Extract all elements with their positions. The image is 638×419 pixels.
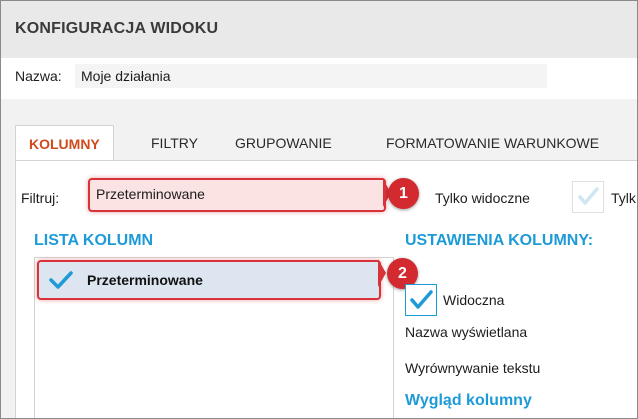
filter-input[interactable]: Przeterminowane (88, 178, 386, 212)
filter-label: Filtruj: (21, 190, 60, 206)
name-input-value: Moje działania (81, 68, 171, 84)
visible-checkbox[interactable] (405, 284, 437, 316)
columns-panel: Filtruj: Przeterminowane 1 Tylko widoczn… (15, 161, 637, 418)
callout-marker-1: 1 (388, 178, 419, 209)
only-visible-label: Tylko widoczne (435, 190, 530, 206)
dialog-title: KONFIGURACJA WIDOKU (15, 20, 219, 37)
visible-checkbox-label: Widoczna (443, 292, 505, 308)
second-checkbox-label: Tylk (611, 190, 636, 206)
name-label: Nazwa: (15, 68, 62, 84)
checkmark-icon[interactable] (49, 270, 73, 290)
tab-filters[interactable]: FILTRY (151, 125, 198, 161)
configuration-body: KOLUMNY FILTRY GRUPOWANIE FORMATOWANIE W… (1, 99, 637, 418)
display-name-label: Nazwa wyświetlana (405, 324, 528, 340)
callout-pointer-2 (378, 259, 386, 287)
checkmark-icon (410, 290, 433, 309)
column-list: Przeterminowane (34, 257, 394, 418)
list-item[interactable]: Przeterminowane (37, 260, 381, 300)
tab-grouping[interactable]: GRUPOWANIE (235, 125, 332, 161)
second-checkbox[interactable] (572, 181, 604, 213)
column-appearance-heading: Wygląd kolumny (405, 392, 532, 409)
filter-input-value: Przeterminowane (96, 186, 205, 202)
tab-conditional-formatting[interactable]: FORMATOWANIE WARUNKOWE (386, 125, 599, 161)
tab-columns[interactable]: KOLUMNY (15, 125, 114, 162)
column-settings-heading: USTAWIENIA KOLUMNY: (405, 232, 594, 249)
text-alignment-label: Wyrównywanie tekstu (405, 360, 541, 376)
name-row: Nazwa: Moje działania (1, 58, 637, 99)
column-list-heading: LISTA KOLUMN (34, 232, 154, 249)
tab-bar: KOLUMNY FILTRY GRUPOWANIE FORMATOWANIE W… (15, 125, 637, 162)
title-bar: KONFIGURACJA WIDOKU (1, 1, 637, 58)
name-input[interactable]: Moje działania (75, 64, 547, 88)
checkmark-icon (578, 187, 599, 205)
list-item-label: Przeterminowane (87, 272, 203, 288)
view-configuration-dialog: KONFIGURACJA WIDOKU Nazwa: Moje działani… (0, 0, 638, 419)
